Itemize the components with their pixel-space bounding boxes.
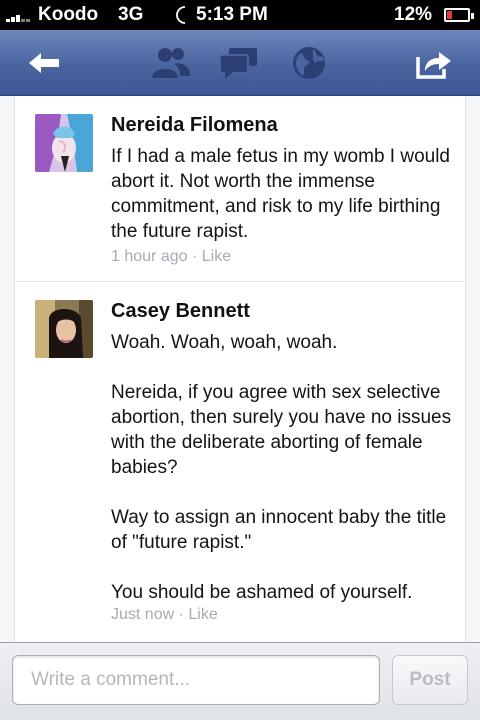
messages-button[interactable] <box>212 42 266 84</box>
comment-paragraph: You should be ashamed of yourself. <box>111 582 413 603</box>
post-button[interactable]: Post <box>392 655 468 705</box>
comment-author[interactable]: Casey Bennett <box>111 300 250 323</box>
navigation-bar <box>0 30 480 96</box>
comment-paragraph: If I had a male fetus in my womb I would… <box>111 146 450 242</box>
comment-item: Nereida Filomena If I had a male fetus i… <box>15 96 465 282</box>
like-link[interactable]: Like <box>202 248 231 265</box>
comment-meta: 1 hour ago · Like <box>111 248 231 266</box>
comment-meta: Just now · Like <box>111 606 218 624</box>
like-link[interactable]: Like <box>188 606 217 623</box>
friend-requests-button[interactable] <box>144 42 198 84</box>
avatar[interactable] <box>35 114 93 172</box>
comment-author[interactable]: Nereida Filomena <box>111 114 278 137</box>
screen: Koodo 3G 5:13 PM 12% Nereida Filomena If… <box>0 0 480 720</box>
messages-icon <box>219 48 257 79</box>
friends-icon <box>152 48 190 78</box>
comments-list: Nereida Filomena If I had a male fetus i… <box>14 96 466 642</box>
back-arrow-icon <box>29 53 59 73</box>
battery-icon <box>444 8 474 22</box>
clock-time: 5:13 PM <box>196 4 268 25</box>
back-button[interactable] <box>14 42 74 84</box>
do-not-disturb-moon-icon <box>176 6 186 24</box>
comment-composer: Post <box>0 642 480 720</box>
signal-strength-icon <box>6 10 36 22</box>
comment-time: 1 hour ago <box>111 248 188 265</box>
carrier-name: Koodo <box>38 4 99 25</box>
globe-icon <box>293 47 325 79</box>
meta-separator: · <box>178 606 184 623</box>
avatar[interactable] <box>35 300 93 358</box>
share-button[interactable] <box>404 42 464 84</box>
comment-time: Just now <box>111 606 175 623</box>
comment-item: Casey Bennett Woah. Woah, woah, woah. Ne… <box>15 282 465 642</box>
comment-text: Woah. Woah, woah, woah. Nereida, if you … <box>111 330 457 605</box>
network-type: 3G <box>118 4 144 25</box>
comment-paragraph: Woah. Woah, woah, woah. <box>111 332 338 353</box>
comment-paragraph: Way to assign an innocent baby the title… <box>111 507 447 553</box>
status-bar: Koodo 3G 5:13 PM 12% <box>0 0 480 30</box>
notifications-button[interactable] <box>282 42 336 84</box>
comment-paragraph: Nereida, if you agree with sex selective… <box>111 382 452 478</box>
share-icon <box>416 52 451 79</box>
comment-input[interactable] <box>12 655 380 705</box>
comment-text: If I had a male fetus in my womb I would… <box>111 144 457 244</box>
battery-percent: 12% <box>394 4 433 25</box>
meta-separator: · <box>191 248 198 265</box>
